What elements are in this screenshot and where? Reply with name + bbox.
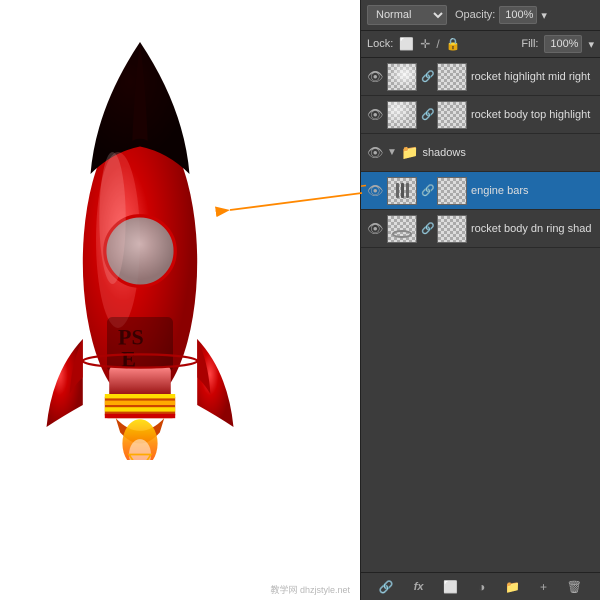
layer-mask-thumbnail-2 (437, 101, 467, 129)
layer-name-body-highlight: rocket body top highlight (471, 109, 594, 121)
layer-row-shadows-group[interactable]: 👁 ▼ 📁 shadows (361, 134, 600, 172)
layer-thumbnail-3 (387, 177, 417, 205)
lock-bar: Lock: ⬜ ✛ / 🔒 Fill: ▾ (361, 31, 600, 58)
fill-unit: ▾ (588, 38, 594, 51)
adjustment-icon[interactable]: ◑ (478, 580, 485, 594)
visibility-eye-icon-3[interactable]: 👁 (367, 145, 383, 161)
layer-name-engine-bars: engine bars (471, 185, 594, 197)
link-chain-icon: 🔗 (421, 70, 433, 83)
rocket-illustration: PS E (30, 20, 310, 580)
layer-mask-thumbnail (437, 63, 467, 91)
group-folder-icon: 📁 (401, 144, 418, 161)
fill-input[interactable] (544, 35, 582, 53)
watermark: 教学网 dhzjstyle.net (270, 583, 350, 596)
visibility-eye-icon-5[interactable]: 👁 (367, 221, 383, 237)
delete-layer-icon[interactable]: 🗑 (567, 580, 582, 594)
canvas-area: PS E (0, 0, 360, 600)
visibility-eye-icon[interactable]: 👁 (367, 69, 383, 85)
link-layers-icon[interactable]: 🔗 (379, 580, 394, 594)
link-chain-icon-2: 🔗 (421, 108, 433, 121)
opacity-label: Opacity: (455, 9, 495, 21)
layer-panel-toolbar: 🔗 fx ⬜ ◑ 📁 + 🗑 (361, 572, 600, 600)
layer-thumbnail-4 (387, 215, 417, 243)
layer-thumbnail (387, 63, 417, 91)
lock-pixels-icon[interactable]: ⬜ (399, 37, 414, 51)
opacity-unit: ▾ (541, 9, 547, 22)
link-chain-icon-4: 🔗 (421, 222, 433, 235)
layer-mask-thumbnail-4 (437, 215, 467, 243)
lock-all-icon[interactable]: 🔒 (446, 37, 461, 51)
opacity-input[interactable] (499, 6, 537, 24)
lock-label: Lock: (367, 38, 393, 50)
blend-mode-select[interactable]: Normal (367, 5, 447, 25)
layer-thumbnail-2 (387, 101, 417, 129)
visibility-eye-icon-4[interactable]: 👁 (367, 183, 383, 199)
layer-row-ring-shadow[interactable]: 👁 🔗 rocket body dn ring shad (361, 210, 600, 248)
layer-mask-thumbnail-3 (437, 177, 467, 205)
layer-name-ring-shadow: rocket body dn ring shad (471, 223, 594, 235)
new-group-icon[interactable]: 📁 (505, 580, 520, 594)
blend-mode-bar: Normal Opacity: ▾ (361, 0, 600, 31)
layer-name-shadows: shadows (422, 147, 594, 159)
layers-panel: Normal Opacity: ▾ Lock: ⬜ ✛ / 🔒 Fill: ▾ … (360, 0, 600, 600)
lock-position-icon[interactable]: ✛ (420, 37, 430, 51)
lock-gradient-icon[interactable]: / (436, 37, 439, 51)
layer-row-highlight-mid[interactable]: 👁 🔗 rocket highlight mid right (361, 58, 600, 96)
layer-row-engine-bars[interactable]: 👁 🔗 engine bars (361, 172, 600, 210)
fx-icon[interactable]: fx (414, 581, 424, 593)
visibility-eye-icon-2[interactable]: 👁 (367, 107, 383, 123)
new-layer-icon[interactable]: + (540, 580, 547, 594)
link-chain-icon-3: 🔗 (421, 184, 433, 197)
layer-row-body-highlight[interactable]: 👁 🔗 rocket body top highlight (361, 96, 600, 134)
layer-name-highlight-mid: rocket highlight mid right (471, 71, 594, 83)
expand-triangle-icon[interactable]: ▼ (387, 147, 397, 158)
add-mask-icon[interactable]: ⬜ (443, 580, 458, 594)
fill-label: Fill: (521, 38, 538, 50)
